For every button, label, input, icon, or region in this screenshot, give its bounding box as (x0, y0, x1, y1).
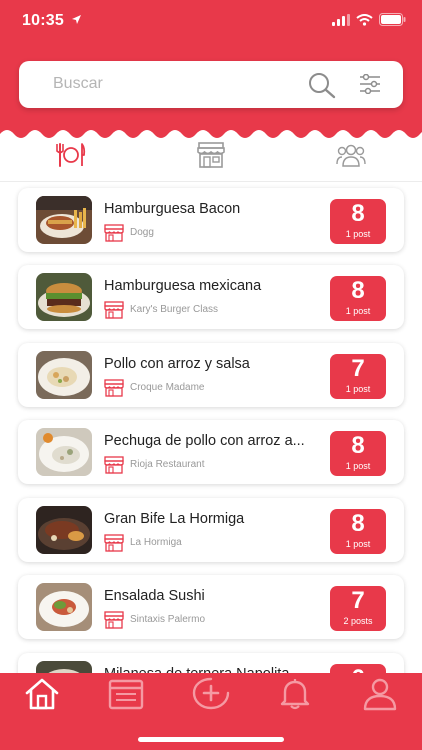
score-badge: 8 1 post (330, 276, 386, 321)
dish-name: Gran Bife La Hormiga (104, 511, 245, 527)
home-icon[interactable] (24, 677, 60, 711)
store-icon (104, 379, 124, 397)
restaurant-name: Kary's Burger Class (130, 304, 219, 315)
wifi-icon (356, 13, 373, 26)
restaurant-name: La Hormiga (130, 537, 182, 548)
people-icon[interactable] (336, 142, 366, 168)
add-icon[interactable] (192, 677, 230, 711)
dish-photo (36, 583, 92, 631)
score-value: 7 (351, 587, 365, 614)
restaurant-name: Dogg (130, 227, 154, 238)
search-icon[interactable] (307, 71, 337, 99)
dish-name: Pechuga de pollo con arroz a... (104, 433, 305, 449)
bell-icon[interactable] (278, 677, 312, 711)
wave-divider (0, 130, 422, 142)
restaurant-name: Rioja Restaurant (130, 459, 205, 470)
score-badge: 8 1 post (330, 431, 386, 476)
list-item[interactable]: Hamburguesa mexicana Kary's Burger Class… (18, 265, 404, 329)
score-value: 8 (351, 432, 365, 459)
filter-icon[interactable] (359, 74, 381, 94)
post-count: 1 post (345, 539, 371, 549)
list-item[interactable]: Ensalada Sushi Sintaxis Palermo 7 2 post… (18, 575, 404, 639)
list-item[interactable]: Gran Bife La Hormiga La Hormiga 8 1 post (18, 498, 404, 562)
list-item[interactable]: Pechuga de pollo con arroz a... Rioja Re… (18, 420, 404, 484)
status-bar: 10:35 (0, 0, 422, 44)
list-item[interactable]: Pollo con arroz y salsa Croque Madame 7 … (18, 343, 404, 407)
category-tabs (0, 142, 422, 176)
score-value: 8 (351, 200, 365, 227)
score-value: 8 (351, 277, 365, 304)
score-badge: 8 1 post (330, 199, 386, 244)
post-count: 1 post (345, 384, 371, 394)
search-input[interactable]: Buscar (53, 75, 103, 93)
dish-name: Hamburguesa Bacon (104, 201, 241, 217)
score-value: 7 (351, 355, 365, 382)
list-item[interactable]: Hamburguesa Bacon Dogg 8 1 post (18, 188, 404, 252)
post-count: 1 post (345, 461, 371, 471)
dish-photo (36, 273, 92, 321)
score-value: 8 (351, 510, 365, 537)
store-icon (104, 611, 124, 629)
signal-icon (332, 13, 350, 26)
home-indicator (138, 737, 284, 742)
battery-icon (379, 13, 406, 26)
store-icon[interactable] (196, 142, 226, 168)
cutlery-icon[interactable] (56, 142, 86, 168)
score-badge: 7 1 post (330, 354, 386, 399)
dish-photo (36, 196, 92, 244)
store-icon (104, 224, 124, 242)
dish-photo (36, 351, 92, 399)
dish-name: Ensalada Sushi (104, 588, 205, 604)
restaurant-name: Sintaxis Palermo (130, 614, 206, 625)
store-icon (104, 456, 124, 474)
calendar-icon[interactable] (108, 677, 144, 711)
dish-photo (36, 428, 92, 476)
location-arrow-icon (72, 15, 81, 24)
status-time: 10:35 (22, 12, 64, 29)
tabs-divider (0, 181, 422, 182)
profile-icon[interactable] (362, 677, 398, 711)
dish-name: Pollo con arroz y salsa (104, 356, 250, 372)
post-count: 1 post (345, 306, 371, 316)
search-bar[interactable]: Buscar (19, 61, 403, 108)
score-badge: 8 1 post (330, 509, 386, 554)
dish-name: Hamburguesa mexicana (104, 278, 262, 294)
post-count: 2 posts (343, 616, 373, 626)
score-badge: 7 2 posts (330, 586, 386, 631)
restaurant-name: Croque Madame (130, 382, 205, 393)
store-icon (104, 534, 124, 552)
dish-photo (36, 506, 92, 554)
post-count: 1 post (345, 229, 371, 239)
store-icon (104, 301, 124, 319)
